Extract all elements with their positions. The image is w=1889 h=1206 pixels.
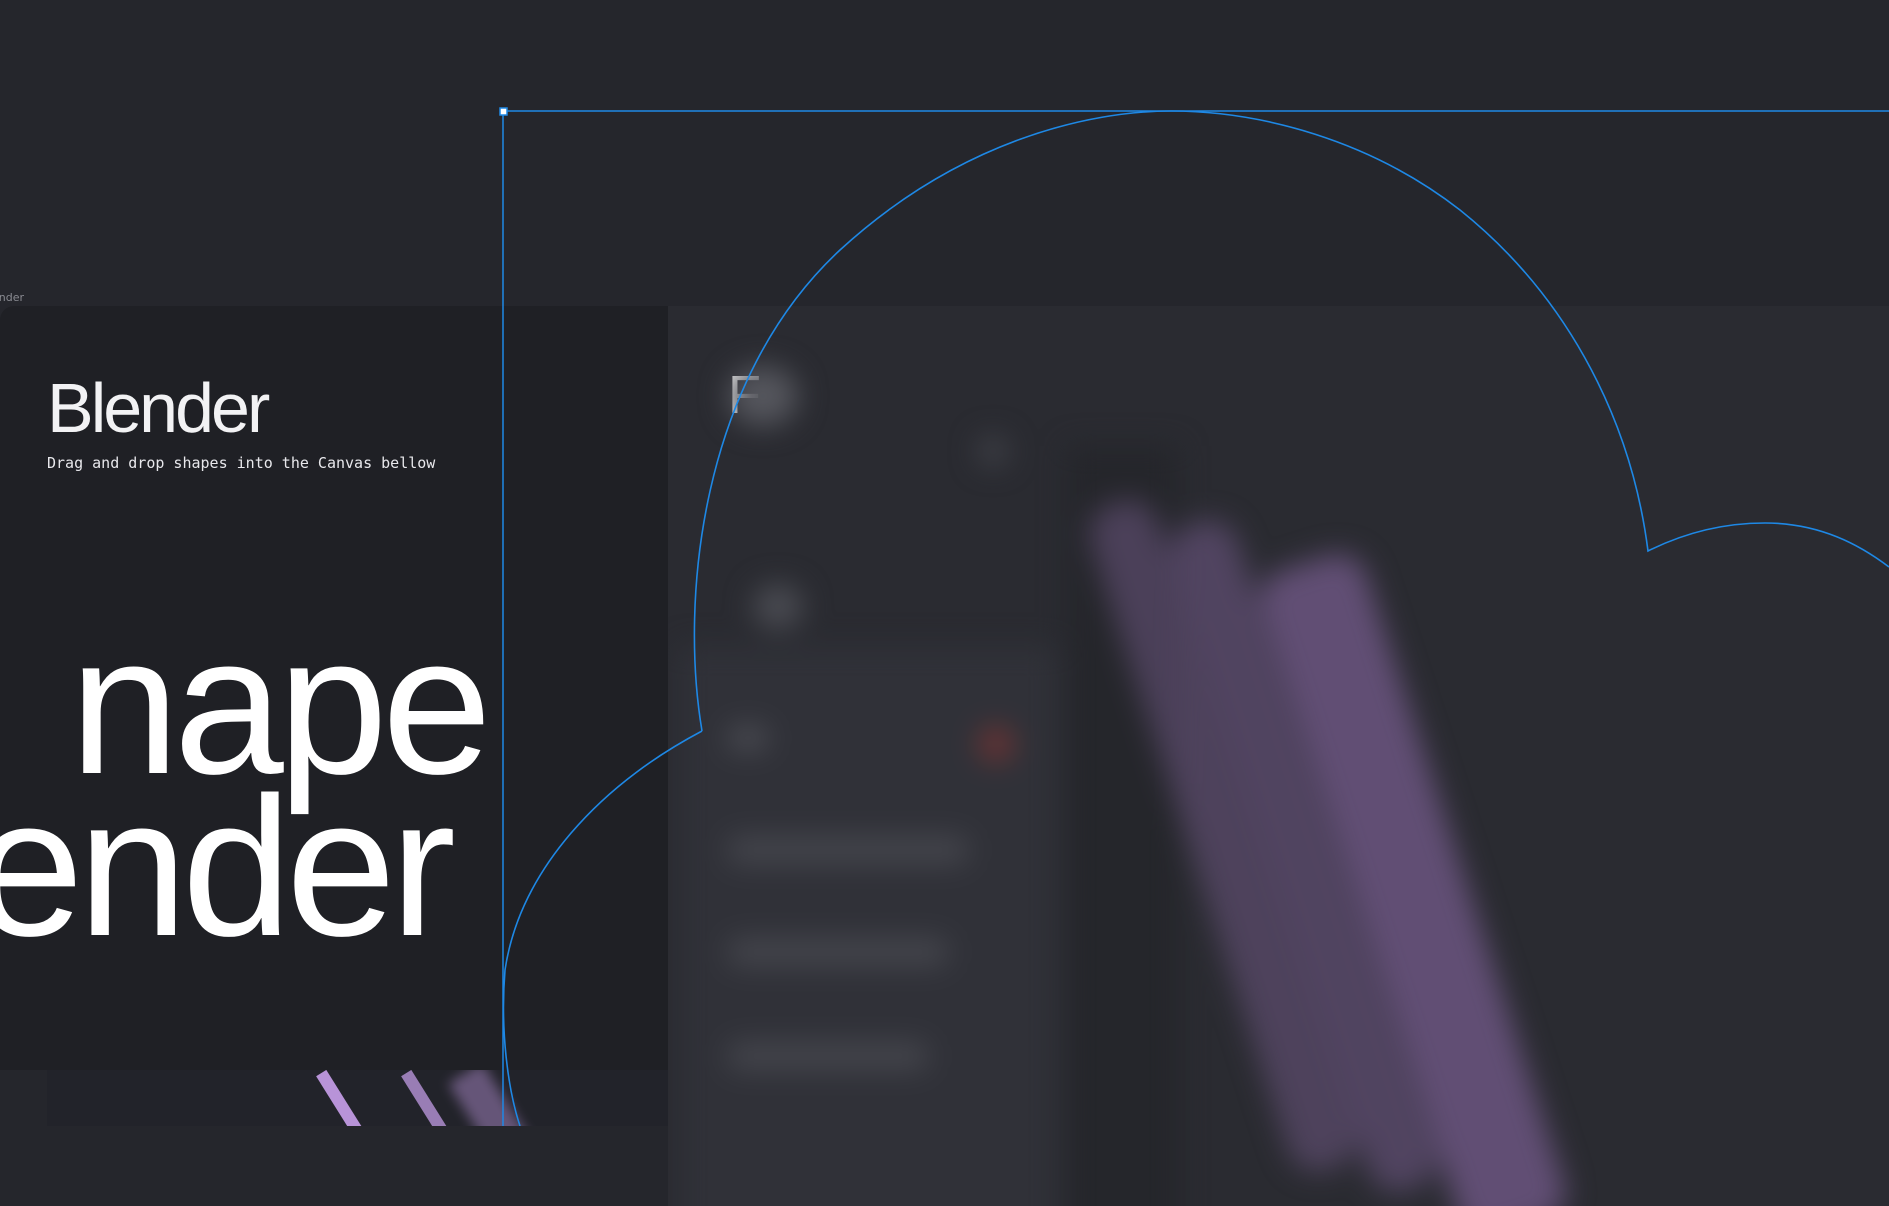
blurred-row xyxy=(728,726,768,750)
blurred-shape xyxy=(753,584,803,629)
blurred-shape xyxy=(728,366,798,426)
blurred-row xyxy=(728,1042,928,1070)
blurred-shape xyxy=(978,436,1008,466)
hero-text-line-2: ender xyxy=(0,756,456,977)
blurred-row xyxy=(728,836,968,864)
blender-panel: Blender Drag and drop shapes into the Ca… xyxy=(0,306,668,1070)
blurred-row xyxy=(728,938,948,966)
purple-stroke xyxy=(316,1070,390,1126)
bottom-artwork-strip xyxy=(47,1070,668,1126)
selection-handle-top-left[interactable] xyxy=(499,107,508,116)
canvas-preview[interactable]: F xyxy=(668,306,1889,1206)
purple-stroke xyxy=(448,1070,546,1126)
panel-title: Blender xyxy=(47,369,270,447)
blurred-canvas-content xyxy=(668,306,1889,1206)
blurred-dot xyxy=(978,726,1014,762)
panel-subtitle: Drag and drop shapes into the Canvas bel… xyxy=(47,454,436,472)
frame-label: ender xyxy=(0,291,25,304)
